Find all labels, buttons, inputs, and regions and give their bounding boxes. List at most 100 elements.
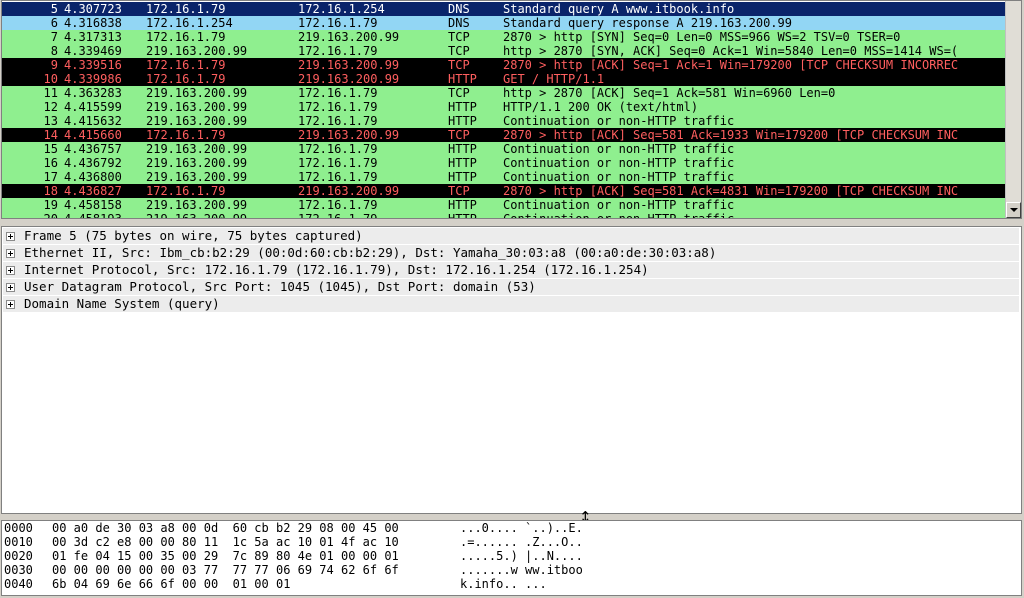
packet-row[interactable]: 13 4.415632 219.163.200.99 172.16.1.79 HTTP C… [2, 114, 1006, 128]
packet-info-cell: http > 2870 [SYN, ACK] Seq=0 Ack=1 Win=5… [503, 44, 959, 58]
packet-info-cell: 2870 > http [ACK] Seq=1 Ack=1 Win=179200… [503, 58, 959, 72]
packet-time-cell: 4.458158 [64, 198, 122, 212]
hex-row[interactable]: 0040 6b 04 69 6e 66 6f 00 00 01 00 01 k.in… [2, 578, 1017, 591]
packet-info-cell: 2870 > http [ACK] Seq=581 Ack=1933 Win=1… [503, 128, 959, 142]
arrow-down-icon[interactable] [1006, 202, 1021, 218]
packet-row[interactable]: 19 4.458158 219.163.200.99 172.16.1.79 HTTP C… [2, 198, 1006, 212]
packet-dst-cell: 219.163.200.99 [298, 30, 400, 44]
packet-row[interactable]: 11 4.363283 219.163.200.99 172.16.1.79 TCP ht… [2, 86, 1006, 100]
packet-bytes-pane[interactable]: 0000 00 a0 de 30 03 a8 00 0d 60 cb b2 29 … [1, 520, 1022, 596]
packet-no-cell: 16 [43, 156, 58, 170]
packet-no-cell: 20 [2, 212, 58, 218]
packet-info-cell: Continuation or non-HTTP traffic [503, 156, 735, 170]
packet-dst-cell: 172.16.1.254 [298, 2, 385, 16]
packet-info-cell: Continuation or non-HTTP traffic [503, 114, 735, 128]
packet-src-cell: 219.163.200.99 [146, 86, 248, 100]
detail-tree-label: Internet Protocol, Src: 172.16.1.79 (172… [24, 262, 649, 277]
packet-row[interactable]: 20 4.458193 219.163.200.99172.16.1.79HTTPC… [2, 212, 1006, 218]
packet-list-scrollbar[interactable] [1005, 1, 1021, 218]
packet-dst-cell: 172.16.1.79 [298, 16, 378, 30]
packet-row[interactable]: 8 4.339469 219.163.200.99 172.16.1.79 TCP htt… [2, 44, 1006, 58]
packet-row[interactable]: 17 4.436800 219.163.200.99 172.16.1.79 HTTP C… [2, 170, 1006, 184]
packet-row[interactable]: 15 4.436757 219.163.200.99 172.16.1.79 HTTP C… [2, 142, 1006, 156]
packet-info-cell: GET / HTTP/1.1 [503, 72, 605, 86]
packet-dst-cell: 172.16.1.79 [298, 44, 378, 58]
packet-proto-cell: TCP [448, 128, 470, 142]
packet-src-cell: 219.163.200.99 [146, 44, 248, 58]
packet-no-cell: 5 [50, 2, 58, 16]
hex-row[interactable]: 0000 00 a0 de 30 03 a8 00 0d 60 cb b2 29 … [2, 522, 1017, 535]
packet-row[interactable]: 16 4.436792 219.163.200.99 172.16.1.79 HTTP C… [2, 156, 1006, 170]
packet-list-pane[interactable]: 5 4.307723 172.16.1.79 172.16.1.254 DNS Stand… [1, 0, 1022, 219]
packet-time-cell: 4.307723 [64, 2, 122, 16]
packet-row[interactable]: 5 4.307723 172.16.1.79 172.16.1.254 DNS Stand… [2, 2, 1006, 16]
detail-tree-item[interactable]: User Datagram Protocol, Src Port: 1045 (… [3, 279, 1019, 295]
detail-tree-item[interactable]: Domain Name System (query) [3, 296, 1019, 312]
packet-info-cell: Continuation or non-HTTP traffic [503, 198, 735, 212]
packet-src-cell: 172.16.1.79 [146, 58, 226, 72]
pane-splitter-top[interactable] [0, 219, 1024, 226]
packet-dst-cell: 219.163.200.99 [298, 184, 400, 198]
hex-row[interactable]: 0020 01 fe 04 15 00 35 00 29 7c 89 80 4e … [2, 550, 1017, 563]
detail-tree-item[interactable]: Internet Protocol, Src: 172.16.1.79 (172… [3, 262, 1019, 278]
packet-src-cell: 172.16.1.254 [146, 16, 233, 30]
packet-dst-cell: 172.16.1.79 [298, 212, 446, 218]
packet-src-cell: 172.16.1.79 [146, 72, 226, 86]
plus-expander-icon[interactable] [6, 249, 15, 258]
packet-row[interactable]: 9 4.339516 172.16.1.79 219.163.200.99 TCP 287… [2, 58, 1006, 72]
packet-dst-cell: 172.16.1.79 [298, 86, 378, 100]
packet-proto-cell: DNS [448, 16, 470, 30]
packet-src-cell: 219.163.200.99 [146, 114, 248, 128]
packet-time-cell: 4.339986 [64, 72, 122, 86]
packet-src-cell: 219.163.200.99 [146, 170, 248, 184]
packet-time-cell: 4.415599 [64, 100, 122, 114]
packet-src-cell: 219.163.200.99 [146, 198, 248, 212]
packet-row[interactable]: 7 4.317313 172.16.1.79 219.163.200.99 TCP 287… [2, 30, 1006, 44]
packet-list-rows: 5 4.307723 172.16.1.79 172.16.1.254 DNS Stand… [2, 1, 1006, 218]
packet-row[interactable]: 18 4.436827 172.16.1.79 219.163.200.99 TCP 28… [2, 184, 1006, 198]
packet-no-cell: 15 [43, 142, 58, 156]
packet-dst-cell: 172.16.1.79 [298, 170, 378, 184]
packet-info-cell: Continuation or non-HTTP traffic [503, 212, 1006, 218]
packet-time-cell: 4.436792 [64, 156, 122, 170]
packet-info-cell: 2870 > http [SYN] Seq=0 Len=0 MSS=966 WS… [503, 30, 901, 44]
packet-src-cell: 219.163.200.99 [146, 100, 248, 114]
plus-expander-icon[interactable] [6, 300, 15, 309]
detail-tree-label: User Datagram Protocol, Src Port: 1045 (… [24, 279, 536, 294]
packet-src-cell: 172.16.1.79 [146, 128, 226, 142]
packet-time-cell: 4.317313 [64, 30, 122, 44]
packet-row[interactable]: 12 4.415599 219.163.200.99 172.16.1.79 HTTP H… [2, 100, 1006, 114]
packet-dst-cell: 172.16.1.79 [298, 100, 378, 114]
hex-ascii: .....5.) |..N.... [460, 549, 583, 563]
hex-ascii: ...0.... `..)..E. [460, 521, 583, 535]
hex-bytes: 00 a0 de 30 03 a8 00 0d 60 cb b2 29 08 0… [52, 521, 399, 535]
hex-row[interactable]: 0010 00 3d c2 e8 00 00 80 11 1c 5a ac 10 … [2, 536, 1017, 549]
packet-details-tree[interactable]: Frame 5 (75 bytes on wire, 75 bytes capt… [1, 226, 1022, 514]
hex-bytes: 00 3d c2 e8 00 00 80 11 1c 5a ac 10 01 4… [52, 535, 399, 549]
packet-row[interactable]: 14 4.415660 172.16.1.79 219.163.200.99 TCP 28… [2, 128, 1006, 142]
hex-row[interactable]: 0030 00 00 00 00 00 00 03 77 77 77 06 69 … [2, 564, 1017, 577]
packet-proto-cell: TCP [448, 44, 470, 58]
packet-src-cell: 172.16.1.79 [146, 2, 226, 16]
packet-time-cell: 4.316838 [64, 16, 122, 30]
hex-offset: 0040 [4, 577, 33, 591]
packet-proto-cell: TCP [448, 30, 470, 44]
hex-offset: 0020 [4, 549, 33, 563]
packet-proto-cell: TCP [448, 184, 470, 198]
packet-no-cell: 9 [50, 58, 58, 72]
hex-offset: 0010 [4, 535, 33, 549]
packet-no-cell: 8 [50, 44, 58, 58]
detail-tree-item[interactable]: Ethernet II, Src: Ibm_cb:b2:29 (00:0d:60… [3, 245, 1019, 261]
packet-no-cell: 7 [50, 30, 58, 44]
plus-expander-icon[interactable] [6, 283, 15, 292]
hex-bytes: 01 fe 04 15 00 35 00 29 7c 89 80 4e 01 0… [52, 549, 399, 563]
packet-row[interactable]: 10 4.339986 172.16.1.79 219.163.200.99 HTTP G… [2, 72, 1006, 86]
packet-time-cell: 4.415660 [64, 128, 122, 142]
hex-offset: 0000 [4, 521, 33, 535]
packet-src-cell: 219.163.200.99 [146, 156, 248, 170]
plus-expander-icon[interactable] [6, 232, 15, 241]
plus-expander-icon[interactable] [6, 266, 15, 275]
detail-tree-item[interactable]: Frame 5 (75 bytes on wire, 75 bytes capt… [3, 228, 1019, 244]
packet-no-cell: 14 [43, 128, 58, 142]
packet-row[interactable]: 6 4.316838 172.16.1.254 172.16.1.79 DNS Stand… [2, 16, 1006, 30]
